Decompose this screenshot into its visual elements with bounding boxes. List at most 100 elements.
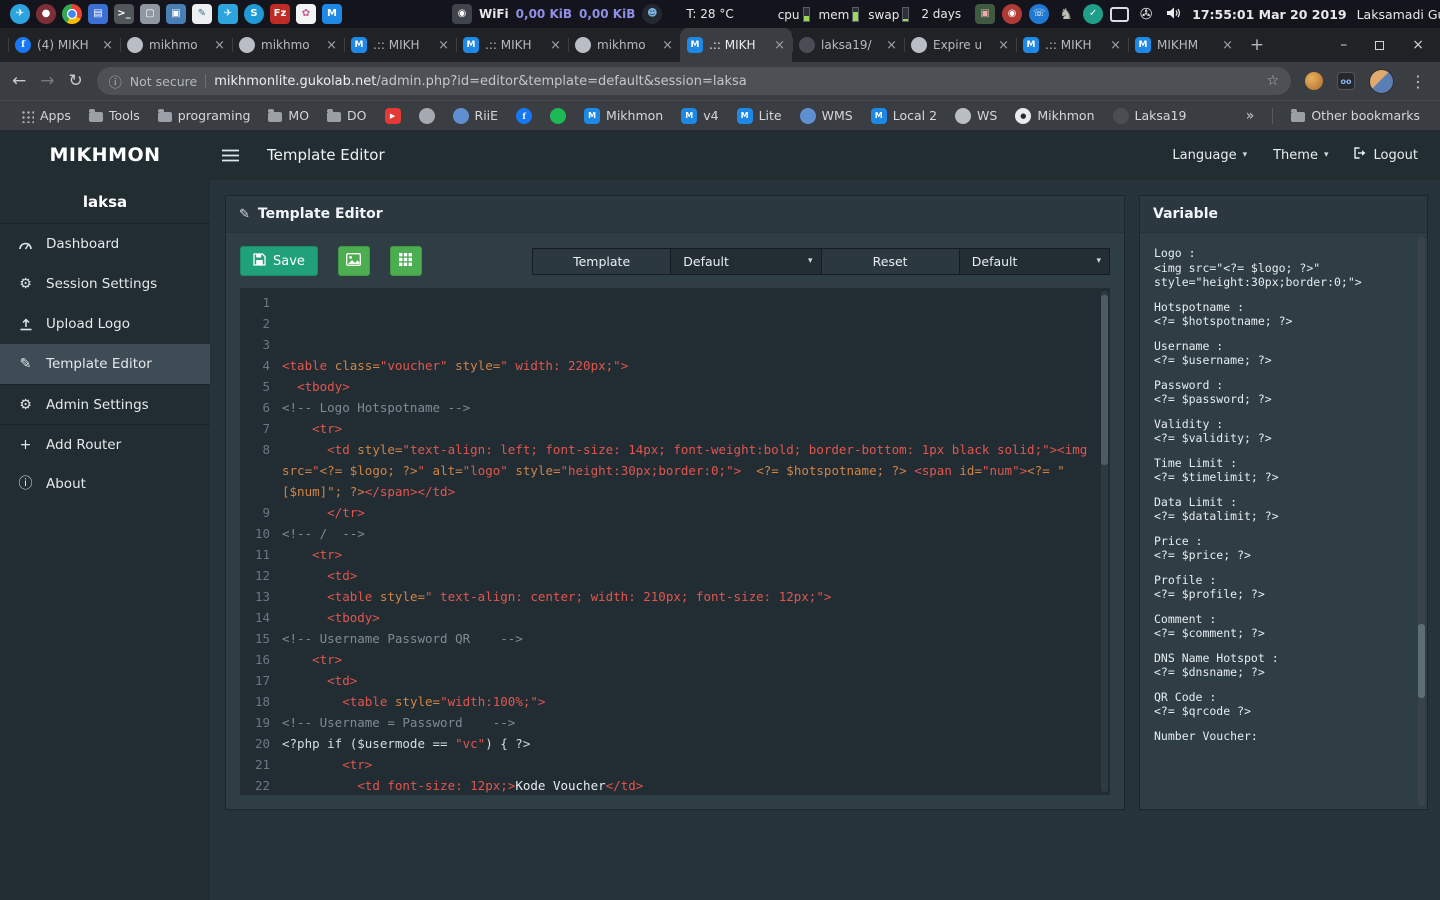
browser-tab[interactable]: laksa19/× [792, 28, 904, 62]
gedit-icon[interactable]: ✎ [192, 4, 212, 24]
tab-close-icon[interactable]: × [998, 38, 1009, 53]
code-line-15[interactable]: 15<!-- Username Password QR --> [240, 628, 1100, 649]
text-editor-icon[interactable]: ▣ [166, 4, 186, 24]
code-line-20[interactable]: 20<?php if ($usermode == "vc") { ?> [240, 733, 1100, 754]
template-select[interactable]: Default▾ [670, 249, 820, 274]
tab-close-icon[interactable]: × [1222, 38, 1233, 53]
sidebar-item-session-settings[interactable]: ⚙Session Settings [0, 264, 210, 304]
software-center-icon[interactable]: ▤ [88, 4, 108, 24]
code-line-12[interactable]: 12 <td> [240, 565, 1100, 586]
qr-grid-button[interactable] [390, 246, 422, 276]
code-line-16[interactable]: 16 <tr> [240, 649, 1100, 670]
sidebar-toggle-icon[interactable] [222, 149, 239, 162]
bookmark-item[interactable]: MLite [729, 105, 790, 127]
site-info-icon[interactable]: ⓘ [109, 72, 122, 91]
sidebar-item-about[interactable]: ⓘAbout [0, 464, 210, 504]
brave-icon[interactable]: ● [36, 4, 56, 24]
tab-close-icon[interactable]: × [438, 38, 449, 53]
logout-button[interactable]: Logout [1354, 147, 1418, 163]
bookmark-item[interactable]: Laksa19 [1105, 105, 1195, 127]
bookmark-item[interactable] [542, 105, 574, 127]
url-text[interactable]: mikhmonlite.gukolab.net/admin.php?id=edi… [214, 74, 747, 89]
code-line-7[interactable]: 7 <tr> [240, 418, 1100, 439]
code-line-10[interactable]: 10<!-- / --> [240, 523, 1100, 544]
bookmark-star-icon[interactable]: ☆ [1266, 73, 1279, 89]
forward-button[interactable]: → [40, 73, 54, 90]
sidebar-item-admin-settings[interactable]: ⚙Admin Settings [0, 384, 210, 424]
code-line-4[interactable]: 4<table class="voucher" style=" width: 2… [240, 355, 1100, 376]
code-line-18[interactable]: 18 <table style="width:100%;"> [240, 691, 1100, 712]
paperclip-icon[interactable]: ✇ [1136, 4, 1156, 24]
bookmark-item[interactable] [411, 105, 443, 127]
browser-tab[interactable]: mikhmo× [568, 28, 680, 62]
tab-close-icon[interactable]: × [214, 38, 225, 53]
tab-close-icon[interactable]: × [886, 38, 897, 53]
monitor-widget-icon[interactable]: ☻ [642, 4, 662, 24]
record-icon[interactable]: ◉ [1002, 4, 1022, 24]
profile-avatar[interactable] [1369, 69, 1394, 94]
sidebar-item-upload-logo[interactable]: Upload Logo [0, 304, 210, 344]
chrome-icon[interactable] [62, 4, 82, 24]
editor-scrollbar[interactable] [1101, 291, 1108, 792]
extension-icon[interactable] [1305, 72, 1323, 90]
code-line-5[interactable]: 5 <tbody> [240, 376, 1100, 397]
close-button[interactable]: × [1412, 37, 1424, 53]
code-line-17[interactable]: 17 <td> [240, 670, 1100, 691]
browser-tab[interactable]: M.:: MIKH× [680, 28, 792, 62]
save-button[interactable]: Save [240, 246, 318, 276]
browser-tab[interactable]: M.:: MIKH× [1016, 28, 1128, 62]
bookmark-item[interactable]: ●Mikhmon [1007, 105, 1102, 127]
address-bar[interactable]: ⓘ Not secure mikhmonlite.gukolab.net/adm… [97, 67, 1291, 95]
sidebar-item-template-editor[interactable]: ✎Template Editor [0, 344, 210, 384]
bookmark-item[interactable]: MO [260, 105, 317, 126]
code-line-8[interactable]: 8 <td style="text-align: left; font-size… [240, 439, 1100, 502]
new-tab-button[interactable]: + [1244, 32, 1270, 58]
bookmark-item[interactable]: programing [150, 105, 259, 126]
language-menu[interactable]: Language▾ [1172, 148, 1247, 163]
upload-image-button[interactable] [338, 246, 370, 276]
file-manager-icon[interactable]: ▢ [140, 4, 160, 24]
code-editor[interactable]: 1234<table class="voucher" style=" width… [240, 288, 1110, 795]
clock-label[interactable]: 17:55:01 Mar 20 2019 [1192, 7, 1346, 22]
tab-close-icon[interactable]: × [550, 38, 561, 53]
mikhmon-app-icon[interactable]: M [322, 4, 342, 24]
browser-tab[interactable]: mikhmo× [232, 28, 344, 62]
code-line-13[interactable]: 13 <table style=" text-align: center; wi… [240, 586, 1100, 607]
maximize-button[interactable] [1375, 41, 1384, 50]
terminal-icon[interactable]: >_ [114, 4, 134, 24]
reset-label[interactable]: Reset [821, 249, 959, 274]
theme-menu[interactable]: Theme▾ [1273, 148, 1328, 163]
bookmark-item[interactable]: WMS [792, 105, 861, 127]
code-line-1[interactable]: 1 [240, 292, 1100, 313]
bookmark-item[interactable]: Tools [81, 105, 148, 126]
browser-menu-icon[interactable]: ⋮ [1408, 72, 1428, 91]
camera-icon[interactable]: ◉ [452, 4, 472, 24]
tab-close-icon[interactable]: × [1110, 38, 1121, 53]
screenshot-tool-icon[interactable]: ▣ [975, 4, 995, 24]
browser-tab[interactable]: mikhmo× [120, 28, 232, 62]
bookmark-item[interactable]: ▶ [377, 105, 409, 127]
code-line-19[interactable]: 19<!-- Username = Password --> [240, 712, 1100, 733]
telegram-icon[interactable]: ✈ [10, 4, 30, 24]
telegram-icon-2[interactable]: ✈ [218, 4, 238, 24]
bookmarks-overflow-icon[interactable]: » [1238, 108, 1263, 124]
filezilla-icon[interactable]: Fz [270, 4, 290, 24]
tab-close-icon[interactable]: × [662, 38, 673, 53]
volume-icon[interactable] [1166, 6, 1182, 23]
bookmark-item[interactable]: Apps [12, 105, 79, 126]
bookmark-item[interactable]: WS [947, 105, 1005, 127]
bookmark-item[interactable]: MLocal 2 [863, 105, 945, 127]
scrollbar-thumb[interactable] [1418, 624, 1425, 698]
code-line-22[interactable]: 22 <td font-size: 12px;>Kode Voucher</td… [240, 775, 1100, 795]
bookmark-item[interactable]: DO [319, 105, 374, 126]
skype-icon[interactable]: S [244, 4, 264, 24]
user-label[interactable]: Laksamadi Guko [1357, 7, 1440, 22]
extension-icon-2[interactable]: oo [1337, 72, 1355, 90]
code-line-2[interactable]: 2 [240, 313, 1100, 334]
sidebar-item-dashboard[interactable]: Dashboard [0, 224, 210, 264]
bookmark-item[interactable]: f [508, 105, 540, 127]
minimize-button[interactable]: – [1340, 37, 1347, 53]
chat-badge-icon[interactable]: ☏ [1029, 4, 1049, 24]
reset-select[interactable]: Default▾ [959, 249, 1109, 274]
browser-tab[interactable]: M.:: MIKH× [456, 28, 568, 62]
